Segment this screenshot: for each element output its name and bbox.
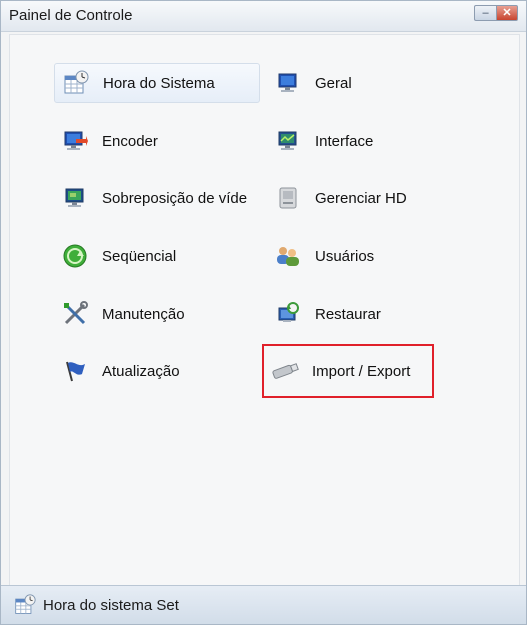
menu-item-geral[interactable]: Geral — [267, 63, 467, 103]
sequence-cycle-icon — [60, 241, 90, 271]
hard-disk-icon — [273, 183, 303, 213]
menu-panel: Hora do Sistema Geral Encoder Interface … — [9, 34, 520, 586]
menu-item-atualizacao[interactable]: Atualização — [54, 351, 260, 391]
menu-item-import-export[interactable]: Import / Export — [262, 344, 434, 398]
menu-item-restaurar[interactable]: Restaurar — [267, 294, 467, 334]
menu-item-sobreposicao-de-video[interactable]: Sobreposição de víde — [54, 178, 264, 218]
monitor-arrow-icon — [60, 126, 90, 156]
window-title: Painel de Controle — [9, 7, 133, 24]
close-button[interactable]: ✕ — [496, 5, 518, 21]
control-panel-window: Painel de Controle – ✕ Hora do Sistema G… — [0, 0, 527, 625]
menu-item-usuarios[interactable]: Usuários — [267, 236, 467, 276]
menu-item-hora-do-sistema[interactable]: Hora do Sistema — [54, 63, 260, 103]
menu-item-manutencao[interactable]: Manutenção — [54, 294, 260, 334]
users-icon — [273, 241, 303, 271]
menu-item-label: Restaurar — [315, 305, 381, 323]
calendar-clock-icon — [61, 68, 91, 98]
menu-item-label: Usuários — [315, 247, 375, 265]
menu-item-label: Gerenciar HD — [315, 189, 407, 207]
minimize-icon: – — [482, 6, 489, 19]
menu-item-label: Interface — [315, 132, 374, 150]
calendar-clock-icon — [13, 593, 37, 617]
title-bar[interactable]: Painel de Controle – ✕ — [1, 1, 526, 32]
window-controls: – ✕ — [474, 5, 518, 21]
minimize-button[interactable]: – — [474, 5, 496, 21]
menu-item-label: Seqüencial — [102, 247, 177, 265]
menu-item-sequencial[interactable]: Seqüencial — [54, 236, 260, 276]
menu-item-label: Hora do Sistema — [103, 74, 215, 92]
usb-drive-icon — [270, 356, 300, 386]
menu-item-label: Atualização — [102, 362, 180, 380]
status-bar: Hora do sistema Set — [1, 585, 526, 624]
menu-item-interface[interactable]: Interface — [267, 121, 467, 161]
menu-item-label: Import / Export — [312, 362, 411, 380]
menu-item-label: Manutenção — [102, 305, 185, 323]
status-text: Hora do sistema Set — [43, 596, 179, 614]
video-overlay-icon — [60, 183, 90, 213]
menu-item-label: Geral — [315, 74, 352, 92]
menu-item-gerenciar-hd[interactable]: Gerenciar HD — [267, 178, 467, 218]
menu-item-label: Sobreposição de víde — [102, 189, 248, 207]
tools-icon — [60, 299, 90, 329]
menu-item-encoder[interactable]: Encoder — [54, 121, 260, 161]
restore-icon — [273, 299, 303, 329]
menu-item-label: Encoder — [102, 132, 158, 150]
update-flag-icon — [60, 356, 90, 386]
monitor-icon — [273, 68, 303, 98]
monitor-display-icon — [273, 126, 303, 156]
close-icon: ✕ — [502, 6, 512, 19]
